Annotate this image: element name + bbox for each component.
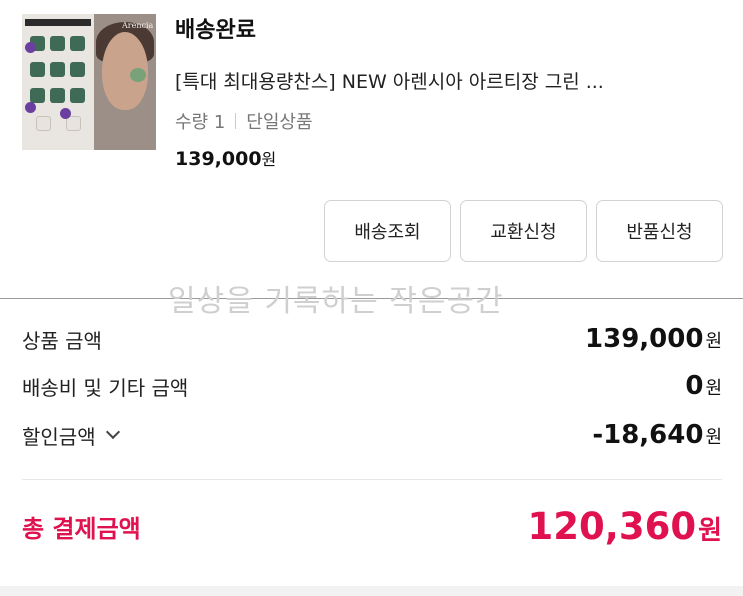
shipping-amount-currency: 원 (705, 378, 722, 399)
meta-divider (235, 113, 237, 129)
promo-tag-icon (25, 42, 36, 53)
chevron-down-icon[interactable] (105, 424, 120, 440)
total-amount-value: 120,360 (527, 505, 697, 548)
product-image-panel (22, 14, 94, 150)
product-jar-icon (70, 36, 85, 51)
product-title[interactable]: [특대 최대용량찬스] NEW 아렌시아 아르티장 그린 ... (175, 67, 715, 94)
summary-divider (22, 479, 722, 480)
product-jar-icon (50, 62, 65, 77)
price-value: 139,000 (175, 148, 262, 170)
product-jar-light-icon (36, 116, 51, 131)
shipping-amount-value: 0 (685, 371, 704, 401)
product-amount-value: 139,000 (585, 324, 704, 354)
total-amount: 120,360원 (528, 505, 722, 548)
product-jar-icon (50, 36, 65, 51)
promo-tag-icon (25, 102, 36, 113)
order-product-card: Arencia 배송완료 [특대 최대용량찬스] NEW 아렌시아 아르티장 그… (0, 0, 743, 190)
tracking-button[interactable]: 배송조회 (324, 200, 451, 262)
summary-row-product: 상품 금액 139,000 원 (22, 324, 722, 354)
discount-amount-currency: 원 (705, 427, 722, 448)
product-label-strip (25, 19, 91, 26)
bottom-band (0, 586, 743, 596)
thumbnail-brand-logo: Arencia (122, 21, 154, 30)
product-jar-icon (50, 88, 65, 103)
shipping-label: 배송비 및 기타 금액 (22, 375, 189, 400)
quantity-text: 수량 1 (175, 112, 226, 133)
discount-amount: -18,640 원 (592, 420, 722, 450)
delivery-status: 배송완료 (175, 18, 256, 43)
product-amount: 139,000 원 (585, 324, 722, 354)
product-jar-icon (70, 88, 85, 103)
exchange-button[interactable]: 교환신청 (460, 200, 587, 262)
summary-row-shipping: 배송비 및 기타 금액 0원 (22, 371, 722, 401)
discount-label: 할인금액 (22, 424, 96, 449)
product-jar-icon (30, 88, 45, 103)
summary-row-discount[interactable]: 할인금액 -18,640 원 (22, 420, 722, 450)
option-text: 단일상품 (246, 112, 313, 133)
order-actions: 배송조회 교환신청 반품신청 (324, 200, 723, 262)
price-currency: 원 (261, 150, 277, 169)
product-jar-icon (30, 62, 45, 77)
discount-amount-value: -18,640 (592, 420, 704, 450)
green-mask-mark (130, 68, 146, 82)
discount-toggle[interactable]: 할인금액 (22, 421, 120, 450)
total-label: 총 결제금액 (22, 515, 141, 543)
promo-tag-icon (60, 108, 71, 119)
return-button[interactable]: 반품신청 (596, 200, 723, 262)
product-amount-currency: 원 (705, 331, 722, 352)
product-price: 139,000원 (175, 146, 276, 170)
product-meta: 수량 1 단일상품 (175, 108, 313, 134)
product-jar-icon (70, 62, 85, 77)
total-amount-currency: 원 (698, 516, 722, 546)
product-amount-label: 상품 금액 (22, 328, 102, 353)
product-thumbnail[interactable]: Arencia (22, 14, 156, 150)
total-payment-row: 총 결제금액 120,360원 (22, 505, 722, 548)
blog-watermark: 일상을 기록하는 작은공간 (168, 284, 504, 319)
shipping-amount: 0원 (685, 371, 722, 401)
